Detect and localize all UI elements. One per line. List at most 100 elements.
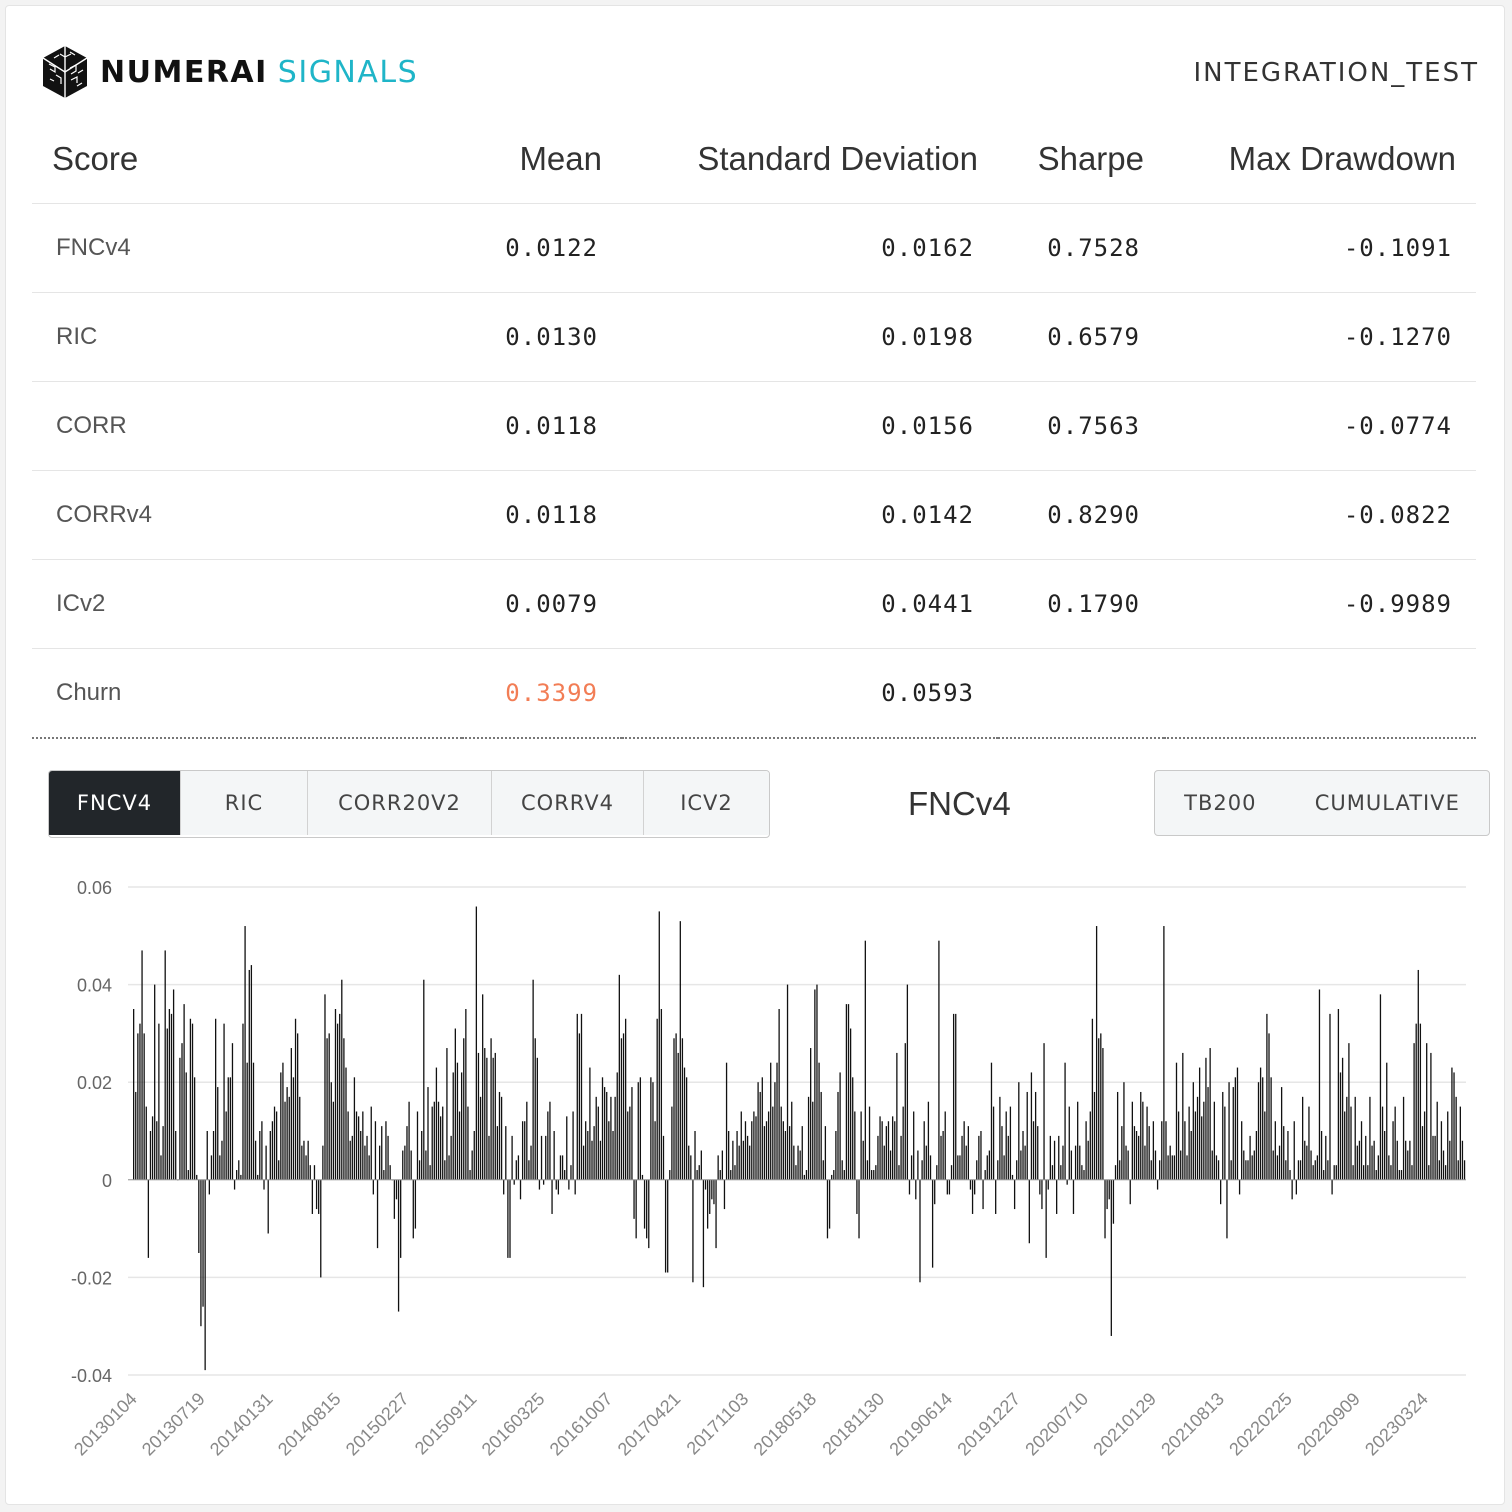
bar (988, 1150, 991, 1180)
bar (1396, 1140, 1398, 1180)
bar (469, 1170, 471, 1180)
bar (917, 1150, 919, 1180)
bar (200, 1179, 202, 1327)
bar (1213, 1101, 1215, 1180)
bar (938, 940, 940, 1180)
bar (1205, 1057, 1207, 1180)
bar (1196, 1096, 1199, 1180)
bar (1203, 1101, 1205, 1180)
bar (1026, 1091, 1028, 1180)
bar (812, 1101, 814, 1180)
bar (1440, 1121, 1443, 1180)
bar (141, 950, 143, 1180)
bar (1285, 1160, 1287, 1180)
x-tick-label: 20191227 (953, 1389, 1024, 1460)
bar (387, 1135, 389, 1180)
bar (1165, 1121, 1167, 1180)
bar (702, 1179, 705, 1288)
bar (696, 1170, 698, 1180)
bar (639, 1077, 642, 1180)
bar (1320, 1131, 1323, 1180)
bar (622, 1033, 625, 1180)
bar (761, 1077, 763, 1180)
bar (1087, 1140, 1089, 1180)
bar (313, 1165, 316, 1180)
bar (759, 1091, 761, 1180)
bar (156, 1121, 158, 1180)
bar (366, 1135, 368, 1180)
bar (303, 1140, 305, 1180)
bar (873, 1170, 875, 1180)
bar (1386, 1062, 1388, 1180)
bar (1411, 1165, 1413, 1180)
bar (500, 1096, 503, 1180)
bar (402, 1150, 404, 1180)
bar (1234, 1077, 1237, 1180)
bar (1384, 1131, 1386, 1180)
bar (1352, 1165, 1354, 1180)
bar (1152, 1121, 1155, 1180)
bar (1310, 1150, 1312, 1180)
bar (204, 1179, 206, 1371)
bar (1119, 1160, 1121, 1180)
bar (576, 1013, 578, 1180)
bar (1106, 1179, 1108, 1210)
bar (992, 1106, 995, 1180)
bar (1209, 1048, 1211, 1180)
bar (1419, 1023, 1422, 1180)
bar (633, 1179, 635, 1219)
bar (1354, 1096, 1356, 1180)
bar (959, 1155, 961, 1180)
bar (578, 1033, 581, 1180)
bar (1457, 1160, 1459, 1180)
bar (149, 1131, 152, 1180)
bar (1039, 1179, 1041, 1195)
bar (433, 1101, 435, 1180)
bar (498, 1091, 501, 1180)
bar (1348, 1043, 1350, 1180)
bar (1072, 1179, 1075, 1214)
bar (414, 1179, 417, 1229)
bar (1230, 1160, 1232, 1180)
bar (875, 1165, 877, 1180)
bar (618, 974, 620, 1180)
bar (574, 1179, 576, 1195)
bar (1373, 1140, 1375, 1180)
bar (269, 1131, 271, 1180)
bar (910, 1155, 913, 1180)
bar (475, 906, 478, 1180)
bar (631, 1087, 633, 1180)
bar (1276, 1155, 1279, 1180)
bar (862, 1140, 864, 1180)
bar (671, 1106, 673, 1180)
bar (822, 1160, 824, 1180)
x-tick-label: 20210813 (1157, 1389, 1228, 1460)
bar (1337, 1009, 1340, 1180)
bar (301, 1145, 303, 1180)
bar (717, 1155, 719, 1180)
bar (229, 1077, 232, 1180)
bar (894, 1121, 896, 1180)
bar (549, 1101, 551, 1180)
bar (334, 1009, 337, 1180)
bar (400, 1179, 402, 1258)
bar (263, 1179, 265, 1190)
y-tick-label: -0.02 (71, 1268, 112, 1288)
bar (803, 1174, 806, 1180)
bar (1129, 1179, 1131, 1205)
bar (755, 1116, 757, 1180)
bar (818, 1062, 820, 1180)
bar (784, 1131, 787, 1180)
bar (1236, 1067, 1239, 1180)
bar (810, 1048, 812, 1180)
bar (511, 1135, 513, 1180)
bar (1041, 1179, 1043, 1210)
bar (1112, 1179, 1115, 1224)
bar (681, 1038, 684, 1180)
bar (730, 1170, 732, 1180)
x-tick-label: 20170421 (614, 1389, 685, 1460)
bar (547, 1111, 549, 1180)
bar (349, 1140, 351, 1180)
bar (931, 1179, 934, 1268)
bar (1159, 1160, 1161, 1180)
